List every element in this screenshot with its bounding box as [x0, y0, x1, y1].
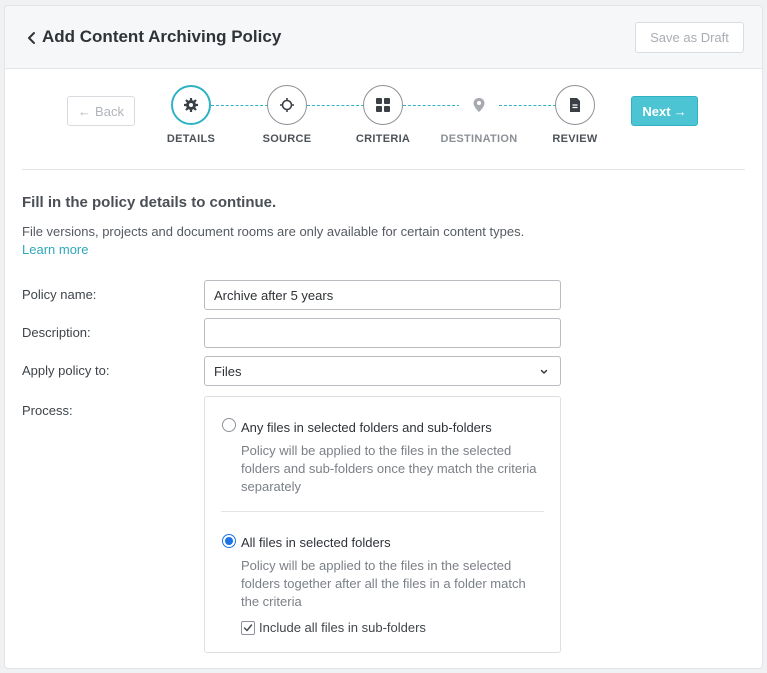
map-pin-icon — [473, 98, 485, 112]
process-options: Any files in selected folders and sub-fo… — [204, 396, 561, 653]
step-label-source: SOURCE — [262, 133, 312, 145]
next-button[interactable]: Next → — [631, 96, 698, 126]
step-review[interactable] — [555, 85, 595, 125]
step-connector — [307, 105, 364, 106]
process-label: Process: — [22, 403, 73, 418]
step-criteria[interactable] — [363, 85, 403, 125]
intro-description: File versions, projects and document roo… — [22, 224, 525, 239]
document-icon — [570, 98, 580, 112]
process-option-all-description: Policy will be applied to the files in t… — [241, 558, 526, 609]
policy-name-input[interactable]: Archive after 5 years — [204, 280, 561, 310]
policy-card: Add Content Archiving Policy Save as Dra… — [4, 5, 763, 669]
process-option-any-title[interactable]: Any files in selected folders and sub-fo… — [241, 420, 492, 435]
save-as-draft-button[interactable]: Save as Draft — [635, 22, 744, 53]
process-option-any-description: Policy will be applied to the files in t… — [241, 443, 537, 494]
step-connector — [499, 105, 556, 106]
crosshair-icon — [280, 98, 294, 112]
arrow-left-icon: ← — [78, 103, 92, 119]
step-destination[interactable] — [459, 85, 499, 125]
options-divider — [221, 511, 544, 512]
intro-section: Fill in the policy details to continue. … — [22, 194, 747, 259]
step-label-criteria: CRITERIA — [355, 133, 411, 145]
step-connector — [211, 105, 268, 106]
learn-more-link[interactable]: Learn more — [22, 242, 88, 257]
grid-icon — [376, 98, 390, 112]
include-subfolders-label[interactable]: Include all files in sub-folders — [259, 620, 426, 635]
back-button[interactable]: ← Back — [67, 96, 135, 126]
gear-icon — [184, 98, 198, 112]
arrow-right-icon: → — [673, 103, 687, 119]
stepper: ← Back DETAILS SOURCE CRITERIA DESTINATI… — [5, 70, 762, 170]
intro-text: File versions, projects and document roo… — [22, 223, 747, 259]
step-label-destination: DESTINATION — [440, 133, 518, 145]
section-divider — [22, 169, 745, 170]
step-connector — [403, 105, 460, 106]
apply-to-label: Apply policy to: — [22, 363, 110, 378]
page-title: Add Content Archiving Policy — [42, 27, 282, 46]
step-source[interactable] — [267, 85, 307, 125]
description-input[interactable] — [204, 318, 561, 348]
include-subfolders-checkbox[interactable] — [241, 621, 255, 635]
step-label-details: DETAILS — [166, 133, 216, 145]
step-label-review: REVIEW — [552, 133, 598, 145]
checkmark-icon — [243, 624, 253, 632]
process-option-all-title[interactable]: All files in selected folders — [241, 535, 391, 550]
back-button-label: Back — [95, 103, 124, 119]
step-details[interactable] — [171, 85, 211, 125]
chevron-down-icon — [540, 369, 548, 374]
policy-name-label: Policy name: — [22, 287, 97, 302]
description-label: Description: — [22, 325, 91, 340]
process-option-any-radio[interactable] — [222, 418, 236, 432]
back-chevron-icon[interactable] — [25, 30, 39, 46]
page-header: Add Content Archiving Policy Save as Dra… — [5, 6, 762, 69]
apply-to-value: Files — [214, 363, 242, 379]
intro-heading: Fill in the policy details to continue. — [22, 194, 277, 211]
apply-to-select[interactable]: Files — [204, 356, 561, 386]
process-option-all-radio[interactable] — [222, 534, 236, 548]
next-button-label: Next — [642, 103, 671, 119]
